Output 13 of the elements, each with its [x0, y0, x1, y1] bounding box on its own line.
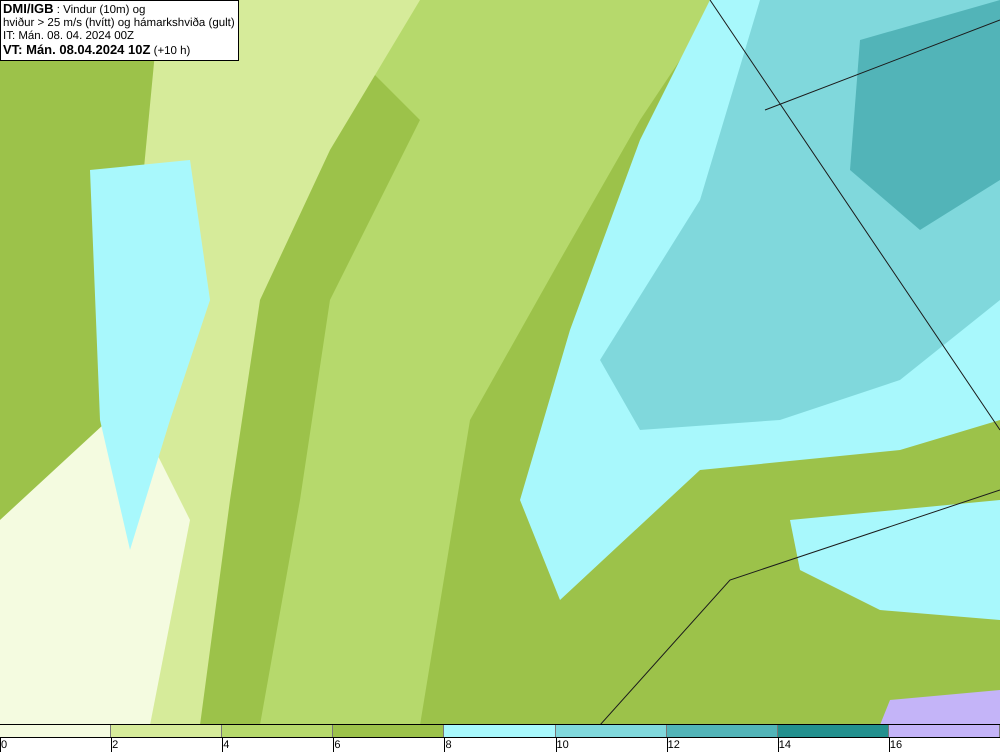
scale-label: 16 [888, 738, 902, 752]
map-info-text: VT: Mán. 08.04.2024 10Z (+10 h) [3, 43, 192, 58]
scale-label: 0 [0, 738, 8, 752]
map-info-text: DMI/IGB : Vindur (10m) og [3, 2, 146, 17]
scale-label: 2 [111, 738, 118, 752]
scale-label: 10 [556, 738, 569, 752]
scale-label: 14 [778, 738, 792, 752]
map-info-text: hviður > 25 m/s (hvítt) og hámarkshviða (gult) [3, 17, 235, 30]
map-info-text: IT: Mán. 08. 04. 2024 00Z [3, 30, 136, 43]
scale-label: 6 [333, 738, 340, 752]
scale-label: 8 [444, 738, 452, 752]
scale-label: 4 [222, 738, 230, 752]
scale-label: 12 [666, 738, 680, 752]
